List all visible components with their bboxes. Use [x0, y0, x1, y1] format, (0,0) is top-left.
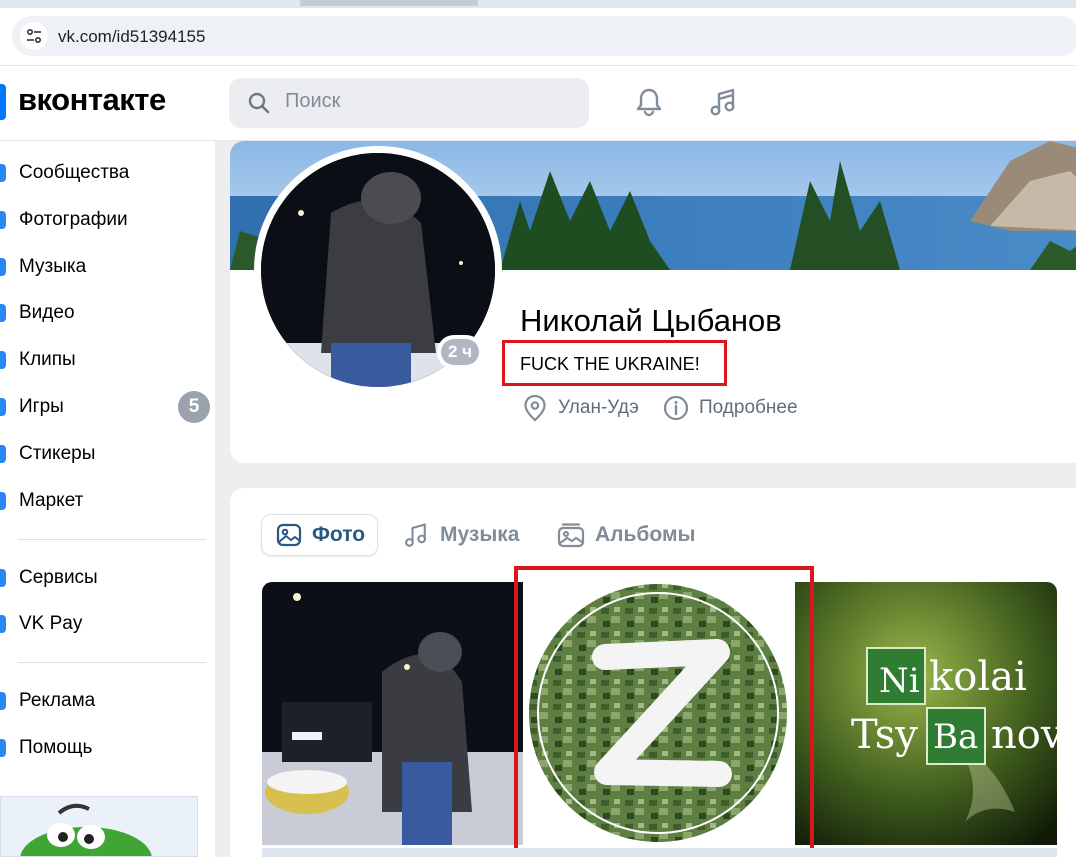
help-icon — [0, 739, 6, 757]
tsy-text: Tsy — [851, 712, 918, 758]
browser-address-bar: vk.com/id51394155 — [0, 8, 1076, 66]
albums-icon — [557, 523, 585, 548]
vk-pay-icon — [0, 615, 6, 633]
sidebar-item-label: Маркет — [19, 490, 84, 511]
info-icon — [663, 395, 689, 421]
tab-photos-label: Фото — [312, 523, 366, 546]
next-row-strip — [262, 848, 1057, 857]
tab-music-label: Музыка — [440, 523, 520, 546]
last-seen-badge: 2 ч — [437, 335, 483, 369]
url-text: vk.com/id51394155 — [58, 27, 206, 46]
browser-active-tab[interactable] — [300, 0, 478, 6]
city-label: Улан-Удэ — [558, 397, 639, 418]
tab-music[interactable]: Музыка — [402, 514, 519, 556]
market-icon — [0, 492, 6, 510]
sidebar-item-services[interactable]: Сервисы — [0, 558, 215, 598]
video-icon — [0, 304, 6, 322]
clips-icon — [0, 351, 6, 369]
games-count-badge: 5 — [178, 391, 210, 423]
sidebar-item-label: VK Pay — [19, 613, 83, 634]
communities-icon — [0, 164, 6, 182]
photo-highlight-box — [514, 566, 814, 857]
sidebar-item-music[interactable]: Музыка — [0, 247, 215, 287]
search-icon — [247, 91, 271, 120]
site-settings-icon[interactable] — [20, 22, 48, 50]
photos-icon — [0, 211, 6, 229]
vk-header: вконтакте — [0, 66, 1076, 141]
location-pin-icon — [524, 394, 546, 422]
sidebar-item-label: Стикеры — [19, 443, 96, 464]
sidebar-item-ads[interactable]: Реклама — [0, 681, 215, 721]
url-field[interactable]: vk.com/id51394155 — [12, 16, 1076, 56]
sidebar-item-label: Сервисы — [19, 567, 98, 588]
games-icon — [0, 398, 6, 416]
sidebar-item-games[interactable]: Игры 5 — [0, 387, 215, 427]
music-note-icon — [405, 523, 427, 547]
tab-albums[interactable]: Альбомы — [557, 514, 695, 556]
left-sidebar: Сообщества Фотографии Музыка Видео Клипы… — [0, 141, 215, 857]
sidebar-item-label: Фотографии — [19, 209, 128, 230]
music-icon — [0, 258, 6, 276]
photo-thumbnail-1[interactable] — [262, 582, 523, 845]
sidebar-promo-banner[interactable] — [0, 796, 198, 857]
last-seen-text: 2 ч — [441, 339, 479, 365]
sidebar-item-stickers[interactable]: Стикеры — [0, 434, 215, 474]
vk-logo-text[interactable]: вконтакте — [18, 82, 166, 118]
stickers-icon — [0, 445, 6, 463]
profile-name: Николай Цыбанов — [520, 303, 782, 338]
ads-icon — [0, 692, 6, 710]
nov-text: nov — [991, 712, 1057, 758]
services-icon — [0, 569, 6, 587]
tab-albums-label: Альбомы — [595, 523, 696, 546]
nikolai-text: kolai — [929, 654, 1027, 700]
sidebar-item-label: Видео — [19, 302, 75, 323]
sidebar-item-label: Музыка — [19, 256, 87, 277]
sidebar-item-label: Клипы — [19, 349, 76, 370]
promo-mascot-icon — [20, 803, 152, 856]
browser-tabstrip — [0, 0, 1076, 8]
sidebar-item-vk-pay[interactable]: VK Pay — [0, 604, 215, 644]
sidebar-item-label: Помощь — [19, 737, 93, 758]
element-cell-ba: Ba — [933, 717, 978, 757]
sidebar-item-help[interactable]: Помощь — [0, 728, 215, 768]
photo-thumbnail-3[interactable]: Ni kolai Tsy Ba nov — [795, 582, 1057, 845]
sidebar-divider — [18, 662, 206, 663]
sidebar-item-label: Игры — [19, 396, 64, 417]
search-box[interactable] — [229, 78, 589, 128]
vk-logo-icon[interactable] — [0, 84, 6, 120]
sidebar-item-photos[interactable]: Фотографии — [0, 200, 215, 240]
music-note-icon[interactable] — [705, 84, 741, 120]
more-info-label: Подробнее — [699, 397, 798, 418]
sidebar-item-label: Сообщества — [19, 162, 130, 183]
sidebar-item-communities[interactable]: Сообщества — [0, 153, 215, 193]
profile-status: FUCK THE UKRAINE! — [520, 354, 700, 374]
search-input[interactable] — [285, 90, 575, 113]
photo-icon — [276, 523, 302, 547]
sidebar-item-label: Реклама — [19, 690, 96, 711]
sidebar-divider — [18, 539, 206, 540]
notifications-bell-icon[interactable] — [631, 84, 667, 120]
profile-city[interactable]: Улан-Удэ — [522, 393, 639, 423]
sidebar-item-video[interactable]: Видео — [0, 293, 215, 333]
element-cell-ni: Ni — [879, 661, 920, 701]
sidebar-item-clips[interactable]: Клипы — [0, 340, 215, 380]
tab-photos[interactable]: Фото — [261, 514, 379, 556]
sidebar-item-market[interactable]: Маркет — [0, 481, 215, 521]
more-info-button[interactable]: Подробнее — [663, 393, 798, 423]
